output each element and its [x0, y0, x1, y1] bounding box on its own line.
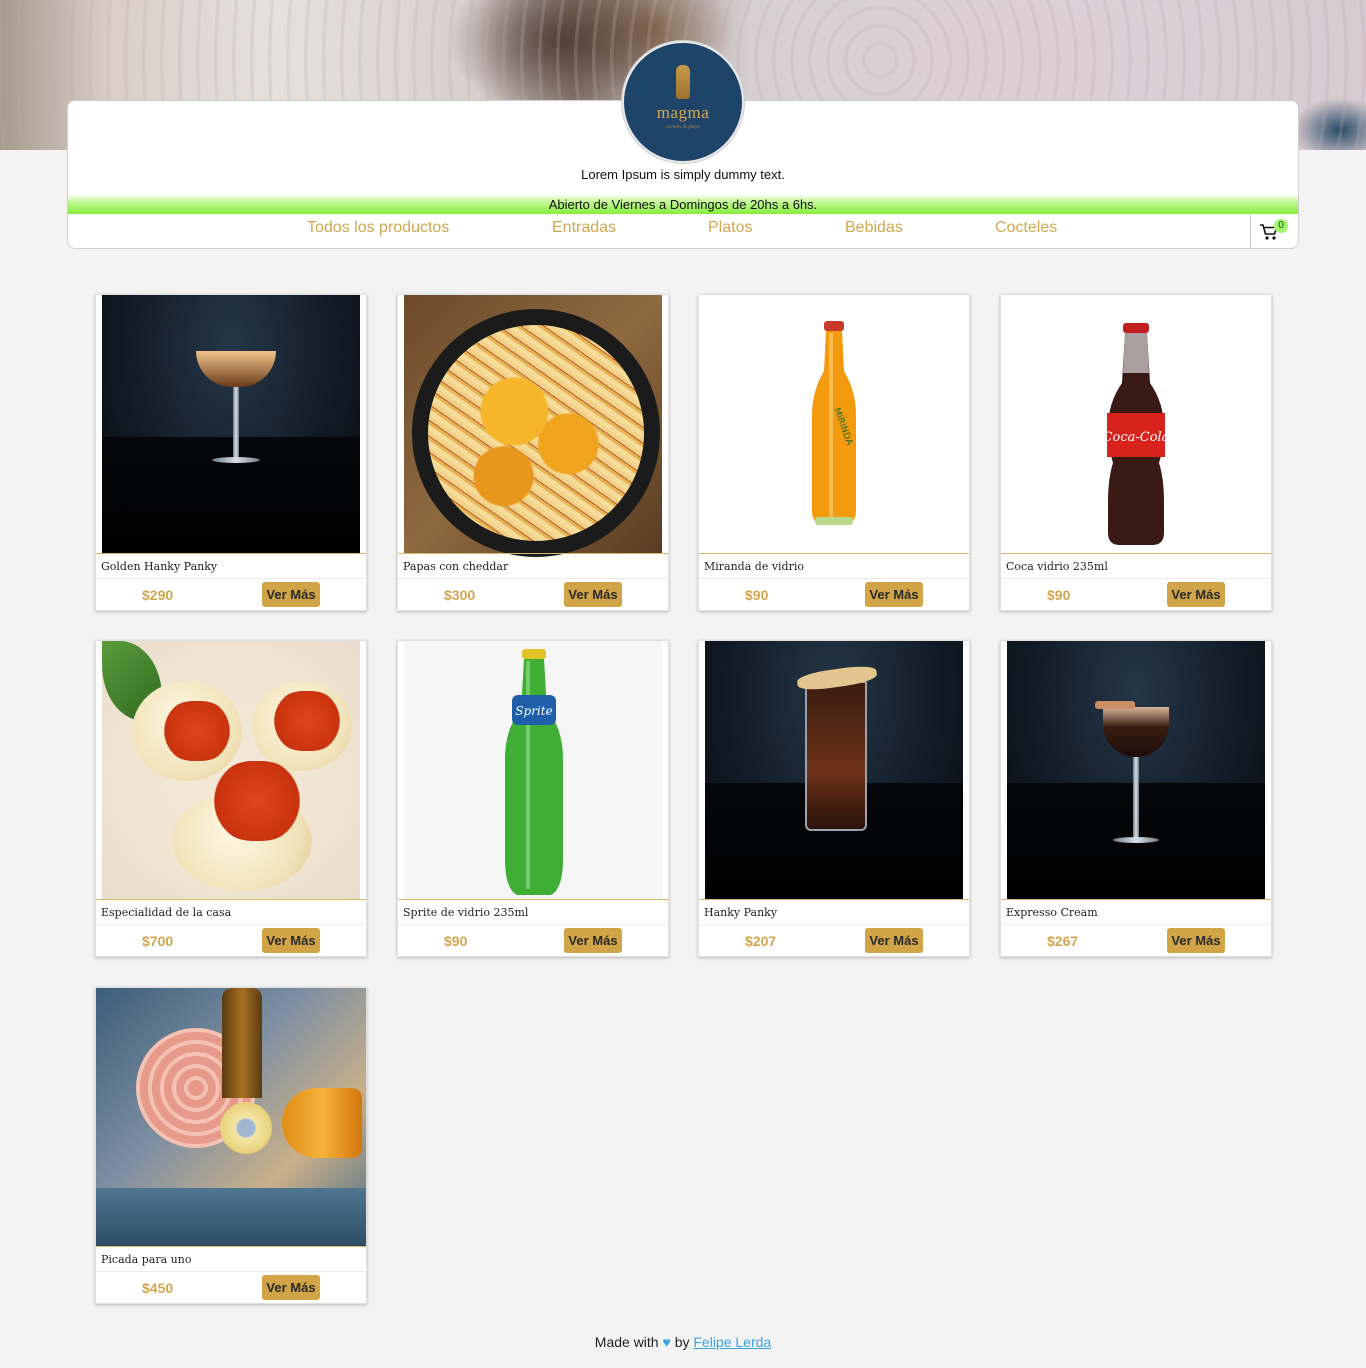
- product-name: Expresso Cream: [1006, 906, 1098, 919]
- product-name: Papas con cheddar: [403, 560, 509, 573]
- product-card[interactable]: Coca-Cola Coca vidrio 235ml $90 Ver Más: [1000, 294, 1272, 611]
- product-name-row: Especialidad de la casa: [96, 899, 366, 925]
- product-name: Especialidad de la casa: [101, 906, 232, 919]
- product-name-row: Papas con cheddar: [398, 553, 668, 579]
- product-image-coca-vidrio: Coca-Cola: [1001, 295, 1271, 553]
- product-price: $290: [142, 587, 174, 603]
- product-price: $267: [1047, 933, 1079, 949]
- footer: Made with ♥ by Felipe Lerda: [0, 1334, 1366, 1350]
- ver-mas-button[interactable]: Ver Más: [262, 582, 320, 607]
- logo-subtitle: cocteles & platos: [665, 124, 701, 130]
- nav-item-todos[interactable]: Todos los productos: [307, 219, 449, 237]
- product-price: $300: [444, 587, 476, 603]
- product-card[interactable]: MIRINDA Miranda de vidrio $90 Ver Más: [698, 294, 970, 611]
- product-name-row: Expresso Cream: [1001, 899, 1271, 925]
- product-name: Golden Hanky Panky: [101, 560, 218, 573]
- ver-mas-button[interactable]: Ver Más: [564, 582, 622, 607]
- product-card[interactable]: Picada para uno $450 Ver Más: [95, 987, 367, 1304]
- product-name: Coca vidrio 235ml: [1006, 560, 1108, 573]
- product-card[interactable]: Hanky Panky $207 Ver Más: [698, 640, 970, 957]
- svg-text:Coca-Cola: Coca-Cola: [1103, 430, 1170, 445]
- svg-text:Sprite: Sprite: [515, 704, 552, 718]
- product-card[interactable]: Sprite Sprite de vidrio 235ml $90 Ver Má…: [397, 640, 669, 957]
- nav-item-entradas[interactable]: Entradas: [552, 219, 616, 237]
- product-name-row: Picada para uno: [96, 1246, 366, 1272]
- heart-icon: ♥: [662, 1334, 671, 1350]
- product-card[interactable]: Especialidad de la casa $700 Ver Más: [95, 640, 367, 957]
- ver-mas-button[interactable]: Ver Más: [1167, 582, 1225, 607]
- product-price: $90: [444, 933, 468, 949]
- product-card[interactable]: Golden Hanky Panky $290 Ver Más: [95, 294, 367, 611]
- product-name-row: Golden Hanky Panky: [96, 553, 366, 579]
- cart-button[interactable]: 0: [1250, 214, 1298, 249]
- product-card[interactable]: Expresso Cream $267 Ver Más: [1000, 640, 1272, 957]
- category-nav: Todos los productos Entradas Platos Bebi…: [68, 214, 1298, 249]
- product-price: $90: [745, 587, 769, 603]
- product-name-row: Hanky Panky: [699, 899, 969, 925]
- product-price: $207: [745, 933, 777, 949]
- nav-item-cocteles[interactable]: Cocteles: [995, 219, 1057, 237]
- product-image-papas-con-cheddar: [404, 295, 662, 557]
- nav-item-platos[interactable]: Platos: [708, 219, 752, 237]
- product-image-expresso-cream: [1007, 641, 1265, 899]
- author-link[interactable]: Felipe Lerda: [693, 1334, 771, 1350]
- ver-mas-button[interactable]: Ver Más: [1167, 928, 1225, 953]
- product-name: Miranda de vidrio: [704, 560, 804, 573]
- product-price: $700: [142, 933, 174, 949]
- logo-figure-icon: [676, 64, 690, 99]
- ver-mas-button[interactable]: Ver Más: [564, 928, 622, 953]
- product-name: Picada para uno: [101, 1253, 192, 1266]
- product-name: Hanky Panky: [704, 906, 778, 919]
- product-price: $450: [142, 1280, 174, 1296]
- product-image-hanky-panky: [705, 641, 963, 899]
- product-name: Sprite de vidrio 235ml: [403, 906, 529, 919]
- ver-mas-button[interactable]: Ver Más: [262, 1275, 320, 1300]
- footer-by: by: [674, 1334, 690, 1350]
- product-price: $90: [1047, 587, 1071, 603]
- product-image-especialidad-de-la-casa: [102, 641, 360, 899]
- ver-mas-button[interactable]: Ver Más: [865, 582, 923, 607]
- product-name-row: Coca vidrio 235ml: [1001, 553, 1271, 579]
- opening-hours-bar: Abierto de Viernes a Domingos de 20hs a …: [68, 194, 1298, 214]
- footer-made-with: Made with: [594, 1334, 659, 1350]
- header-card: magma cocteles & platos Lorem Ipsum is s…: [67, 41, 1299, 249]
- logo-text: magma: [656, 102, 710, 122]
- tagline: Lorem Ipsum is simply dummy text.: [581, 167, 785, 182]
- nav-item-bebidas[interactable]: Bebidas: [845, 219, 903, 237]
- product-name-row: Miranda de vidrio: [699, 553, 969, 579]
- product-image-sprite-de-vidrio: Sprite: [404, 641, 662, 899]
- product-image-miranda-de-vidrio: MIRINDA: [699, 295, 969, 553]
- product-image-golden-hanky-panky: [102, 295, 360, 553]
- ver-mas-button[interactable]: Ver Más: [262, 928, 320, 953]
- cart-count-badge: 0: [1274, 219, 1288, 233]
- product-image-picada-para-uno: [96, 988, 366, 1246]
- ver-mas-button[interactable]: Ver Más: [865, 928, 923, 953]
- brand-logo[interactable]: magma cocteles & platos: [622, 41, 744, 163]
- product-name-row: Sprite de vidrio 235ml: [398, 899, 668, 925]
- product-card[interactable]: Papas con cheddar $300 Ver Más: [397, 294, 669, 611]
